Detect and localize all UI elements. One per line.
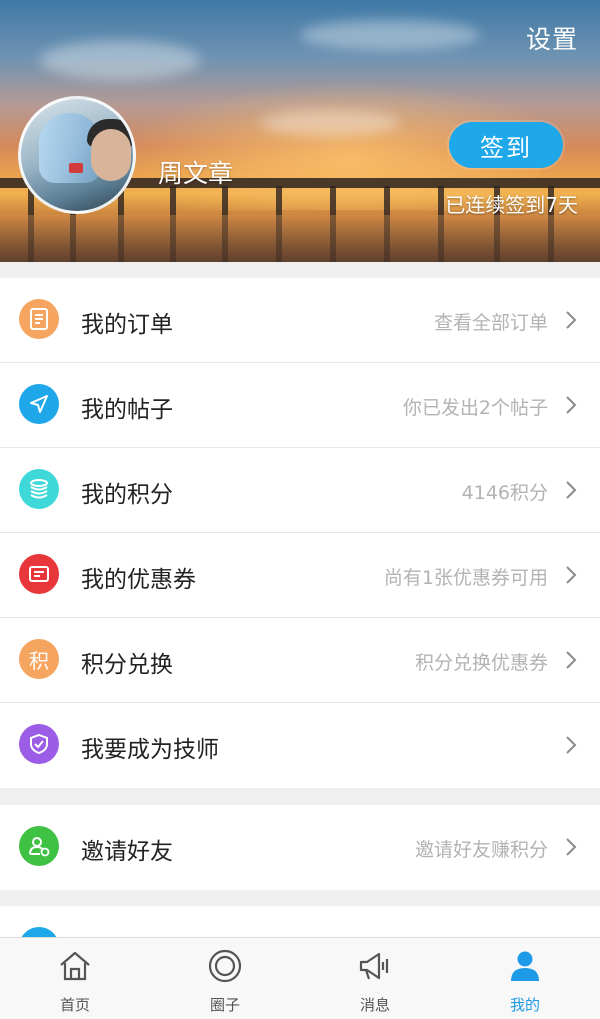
nav-tab-mine[interactable]: 我的 — [450, 938, 600, 1019]
chevron-right-icon — [566, 651, 577, 669]
chevron-right-icon — [566, 736, 577, 754]
cloud-decoration — [260, 110, 400, 136]
menu-row-detail: 4146积分 — [461, 482, 548, 504]
cloud-decoration — [40, 40, 200, 80]
nav-tab-circle[interactable]: 圈子 — [150, 938, 300, 1019]
menu-row-label: 我要成为技师 — [81, 737, 219, 763]
send-icon — [19, 384, 59, 424]
order-icon — [19, 299, 59, 339]
nav-tab-home[interactable]: 首页 — [0, 938, 150, 1019]
nav-label: 我的 — [509, 996, 540, 1014]
menu-row-detail: 查看全部订单 — [433, 312, 548, 334]
shield-icon — [19, 724, 59, 764]
menu-row-posts[interactable]: 我的帖子 你已发出2个帖子 — [0, 363, 600, 448]
menu-row-exchange[interactable]: 积 积分兑换 积分兑换优惠券 — [0, 618, 600, 703]
menu-row-detail: 积分兑换优惠券 — [414, 652, 548, 674]
menu-row-detail: 邀请好友赚积分 — [414, 839, 548, 861]
nav-label: 圈子 — [209, 996, 240, 1014]
exchange-icon: 积 — [19, 639, 59, 679]
menu-row-invite-friends[interactable]: 邀请好友 邀请好友赚积分 — [0, 805, 600, 890]
chevron-right-icon — [566, 311, 577, 329]
cloud-decoration — [300, 20, 480, 50]
avatar[interactable] — [18, 96, 136, 214]
menu-row-orders[interactable]: 我的订单 查看全部订单 — [0, 278, 600, 363]
menu-row-label: 我的帖子 — [81, 397, 173, 423]
username: 周文章 — [158, 159, 234, 188]
chevron-right-icon — [566, 566, 577, 584]
coins-icon — [19, 469, 59, 509]
nav-tab-messages[interactable]: 消息 — [300, 938, 450, 1019]
menu-row-label: 邀请好友 — [81, 839, 173, 865]
menu-row-label: 我的优惠券 — [81, 567, 196, 593]
circle-icon — [208, 949, 242, 983]
profile-header: 设置 周文章 签到 已连续签到7天 — [0, 0, 600, 262]
menu-row-coupons[interactable]: 我的优惠券 尚有1张优惠券可用 — [0, 533, 600, 618]
menu-row-points[interactable]: 我的积分 4146积分 — [0, 448, 600, 533]
menu-row-label: 我的订单 — [81, 312, 173, 338]
coupon-icon — [19, 554, 59, 594]
menu-row-label: 积分兑换 — [81, 652, 173, 678]
menu-row-become-technician[interactable]: 我要成为技师 — [0, 703, 600, 788]
menu-row-icon-partial[interactable] — [19, 927, 59, 937]
water-decoration — [0, 215, 600, 262]
checkin-button[interactable]: 签到 — [449, 122, 563, 168]
settings-button[interactable]: 设置 — [526, 20, 578, 56]
menu-group-partial — [0, 906, 600, 937]
profile-page: 设置 周文章 签到 已连续签到7天 我的订单 查看全部订单 我的帖子 你已发出2… — [0, 0, 600, 1019]
nav-label: 首页 — [59, 996, 90, 1014]
menu-group-invite: 邀请好友 邀请好友赚积分 — [0, 805, 600, 890]
chevron-right-icon — [566, 838, 577, 856]
menu-group-main: 我的订单 查看全部订单 我的帖子 你已发出2个帖子 我的积分 4146积分 我的… — [0, 278, 600, 788]
bottom-navigation: 首页 圈子 消息 我的 — [0, 937, 600, 1019]
menu-row-detail: 尚有1张优惠券可用 — [383, 567, 548, 589]
chevron-right-icon — [566, 481, 577, 499]
invite-friend-icon — [19, 826, 59, 866]
home-icon — [60, 951, 90, 981]
menu-row-label: 我的积分 — [81, 482, 173, 508]
chevron-right-icon — [566, 396, 577, 414]
menu-row-detail: 你已发出2个帖子 — [402, 397, 548, 419]
user-icon — [511, 951, 539, 981]
nav-label: 消息 — [359, 996, 390, 1014]
checkin-status: 已连续签到7天 — [445, 193, 578, 217]
megaphone-icon — [359, 952, 389, 980]
